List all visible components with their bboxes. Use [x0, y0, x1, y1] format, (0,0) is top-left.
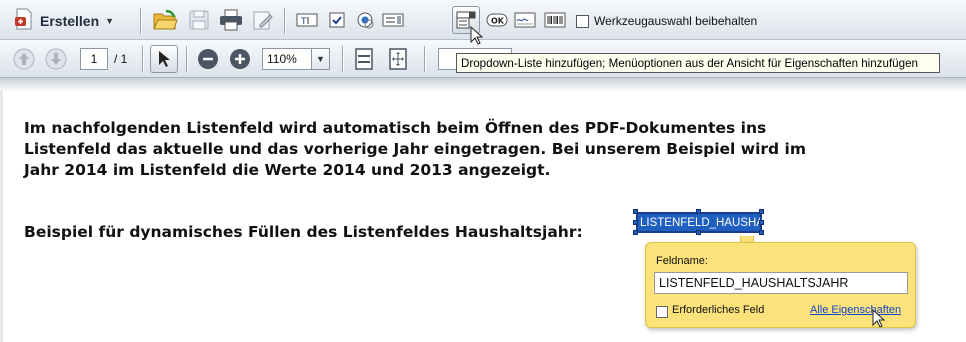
ok-button-tool[interactable]: OK	[484, 7, 510, 33]
text-field-icon: T	[296, 13, 318, 27]
toolbar-separator	[142, 46, 143, 72]
ok-button-icon: OK	[486, 13, 508, 27]
save-icon	[189, 10, 209, 30]
print-button[interactable]	[218, 7, 244, 33]
create-document-icon	[14, 8, 34, 35]
list-box-icon	[382, 13, 404, 27]
toolbar-shadow	[0, 78, 966, 92]
toolbar-separator	[424, 46, 425, 72]
radio-button-tool[interactable]	[352, 7, 378, 33]
checkbox-icon	[329, 12, 345, 28]
example-label: Beispiel für dynamisches Füllen des List…	[24, 223, 583, 241]
page-edge	[0, 90, 3, 342]
page-total-label: / 1	[114, 52, 128, 66]
full-screen-button[interactable]	[386, 47, 410, 71]
field-name-input[interactable]: LISTENFELD_HAUSHALTSJAHR	[654, 272, 908, 294]
previous-page-button[interactable]	[12, 47, 36, 71]
toolbar-separator	[186, 46, 187, 72]
paragraph-line: Im nachfolgenden Listenfeld wird automat…	[24, 119, 767, 137]
toolbar-separator	[342, 46, 343, 72]
mouse-pointer-icon	[872, 308, 886, 334]
intro-paragraph: Im nachfolgenden Listenfeld wird automat…	[24, 118, 924, 181]
resize-handle[interactable]	[759, 209, 764, 214]
field-name-label: Feldname:	[656, 255, 708, 267]
zoom-dropdown-button[interactable]: ▼	[312, 48, 330, 70]
plus-circle-icon	[230, 49, 250, 69]
edit-sign-button[interactable]	[250, 7, 276, 33]
required-field-label: Erforderliches Feld	[672, 304, 765, 316]
resize-handle[interactable]	[696, 209, 701, 214]
mouse-pointer-icon	[470, 25, 484, 51]
toolbar-separator	[284, 8, 285, 34]
toolbar-separator	[140, 8, 141, 34]
keep-tool-label: Werkzeugauswahl beibehalten	[594, 14, 758, 28]
zoom-level-input[interactable]: 110%	[262, 48, 312, 70]
paragraph-line: Jahr 2014 im Listenfeld die Werte 2014 u…	[24, 161, 551, 179]
print-icon	[220, 9, 242, 31]
open-folder-button[interactable]	[152, 7, 178, 33]
zoom-in-button[interactable]	[228, 47, 252, 71]
barcode-tool[interactable]	[542, 7, 568, 33]
zoom-out-button[interactable]	[196, 47, 220, 71]
list-box-tool[interactable]	[380, 7, 406, 33]
minus-circle-icon	[198, 49, 218, 69]
select-tool-button[interactable]	[150, 45, 178, 73]
all-properties-link[interactable]: Alle Eigenschaften	[810, 304, 901, 316]
svg-text:T: T	[300, 17, 307, 27]
open-folder-icon	[153, 9, 178, 30]
resize-handle[interactable]	[759, 220, 764, 225]
arrow-down-icon	[45, 48, 67, 70]
barcode-icon	[544, 12, 566, 28]
chevron-down-icon: ▼	[105, 16, 115, 26]
resize-handle[interactable]	[696, 230, 701, 235]
checkbox-tool[interactable]	[324, 7, 350, 33]
resize-handle[interactable]	[633, 220, 638, 225]
create-menu-label: Erstellen	[40, 13, 100, 29]
signature-field-icon	[514, 12, 536, 28]
paragraph-line: Listenfeld das aktuelle und das vorherig…	[24, 140, 806, 158]
keep-tool-checkbox[interactable]	[576, 15, 589, 28]
resize-handle[interactable]	[633, 209, 638, 214]
signature-field-tool[interactable]	[512, 7, 538, 33]
create-menu-button[interactable]: Erstellen ▼	[8, 8, 120, 34]
arrow-up-icon	[13, 48, 35, 70]
svg-text:OK: OK	[491, 17, 505, 26]
full-screen-icon	[389, 48, 407, 70]
radio-button-icon	[357, 12, 374, 29]
fit-page-icon	[355, 48, 373, 70]
resize-handle[interactable]	[759, 230, 764, 235]
save-button[interactable]	[186, 7, 212, 33]
dropdown-tool-tooltip: Dropdown-Liste hinzufügen; Menüoptionen …	[456, 53, 940, 73]
edit-sign-icon	[253, 11, 273, 30]
field-properties-popup: Feldname: LISTENFELD_HAUSHALTSJAHR Erfor…	[645, 242, 916, 328]
next-page-button[interactable]	[44, 47, 68, 71]
resize-handle[interactable]	[633, 230, 638, 235]
page-number-input[interactable]: 1	[80, 48, 108, 70]
chevron-down-icon: ▼	[316, 54, 325, 64]
cursor-arrow-icon	[159, 51, 170, 67]
text-field-tool[interactable]: T	[294, 7, 320, 33]
required-field-checkbox[interactable]	[656, 306, 668, 318]
fit-page-button[interactable]	[352, 47, 376, 71]
